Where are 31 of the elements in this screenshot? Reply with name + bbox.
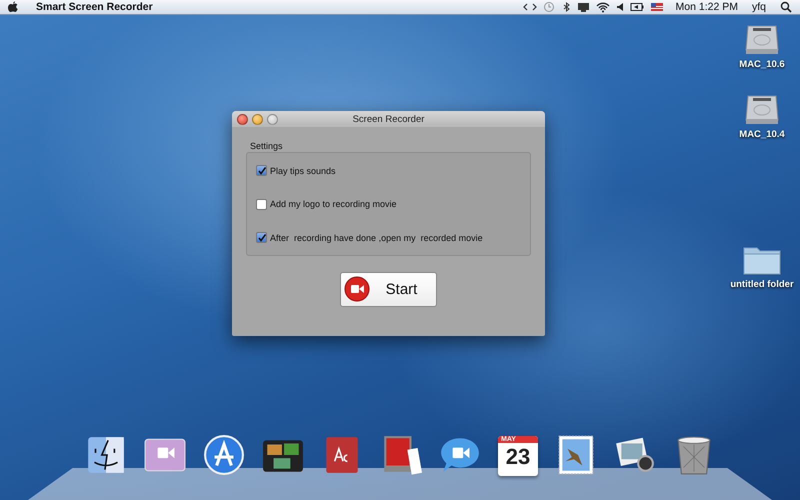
apple-logo-icon[interactable] xyxy=(8,1,18,13)
speaker-icon[interactable] xyxy=(616,1,624,13)
settings-group-title: Settings xyxy=(250,141,284,151)
clock-icon[interactable] xyxy=(542,1,555,13)
desktop-icon-label[interactable]: MAC_10.6 xyxy=(739,59,785,70)
video-camera-icon xyxy=(344,276,370,302)
app-menu-title[interactable]: Smart Screen Recorder xyxy=(36,1,153,13)
search-icon[interactable] xyxy=(780,1,792,13)
checkbox[interactable] xyxy=(256,198,267,210)
flag-icon[interactable] xyxy=(650,1,664,13)
desktop-icon-label[interactable]: untitled folder xyxy=(730,279,794,290)
checkbox-label[interactable]: After recording have done ,open my recorded movie xyxy=(270,232,483,242)
display-icon[interactable] xyxy=(576,1,590,13)
checkbox[interactable] xyxy=(256,232,267,243)
minimize-button[interactable] xyxy=(252,114,263,124)
start-button[interactable]: Start xyxy=(340,272,437,306)
menubar-user[interactable]: yfq xyxy=(752,1,766,13)
window-title: Screen Recorder xyxy=(352,114,424,124)
code-brackets-icon[interactable] xyxy=(522,1,537,13)
checkbox-label[interactable]: Add my logo to recording movie xyxy=(270,199,397,209)
checkbox[interactable] xyxy=(256,165,267,176)
menubar-clock[interactable]: Mon 1:22 PM xyxy=(676,1,738,13)
battery-icon[interactable] xyxy=(630,1,644,13)
wifi-icon[interactable] xyxy=(596,1,610,13)
calendar-day: 23 xyxy=(506,443,530,471)
desktop-icon-label[interactable]: MAC_10.4 xyxy=(739,129,785,140)
close-button[interactable] xyxy=(237,114,248,124)
letter-a-icon[interactable] xyxy=(203,434,245,476)
checkbox-label[interactable]: Play tips sounds xyxy=(270,166,336,176)
face-icon[interactable] xyxy=(85,434,127,476)
zoom-button[interactable] xyxy=(267,114,278,124)
